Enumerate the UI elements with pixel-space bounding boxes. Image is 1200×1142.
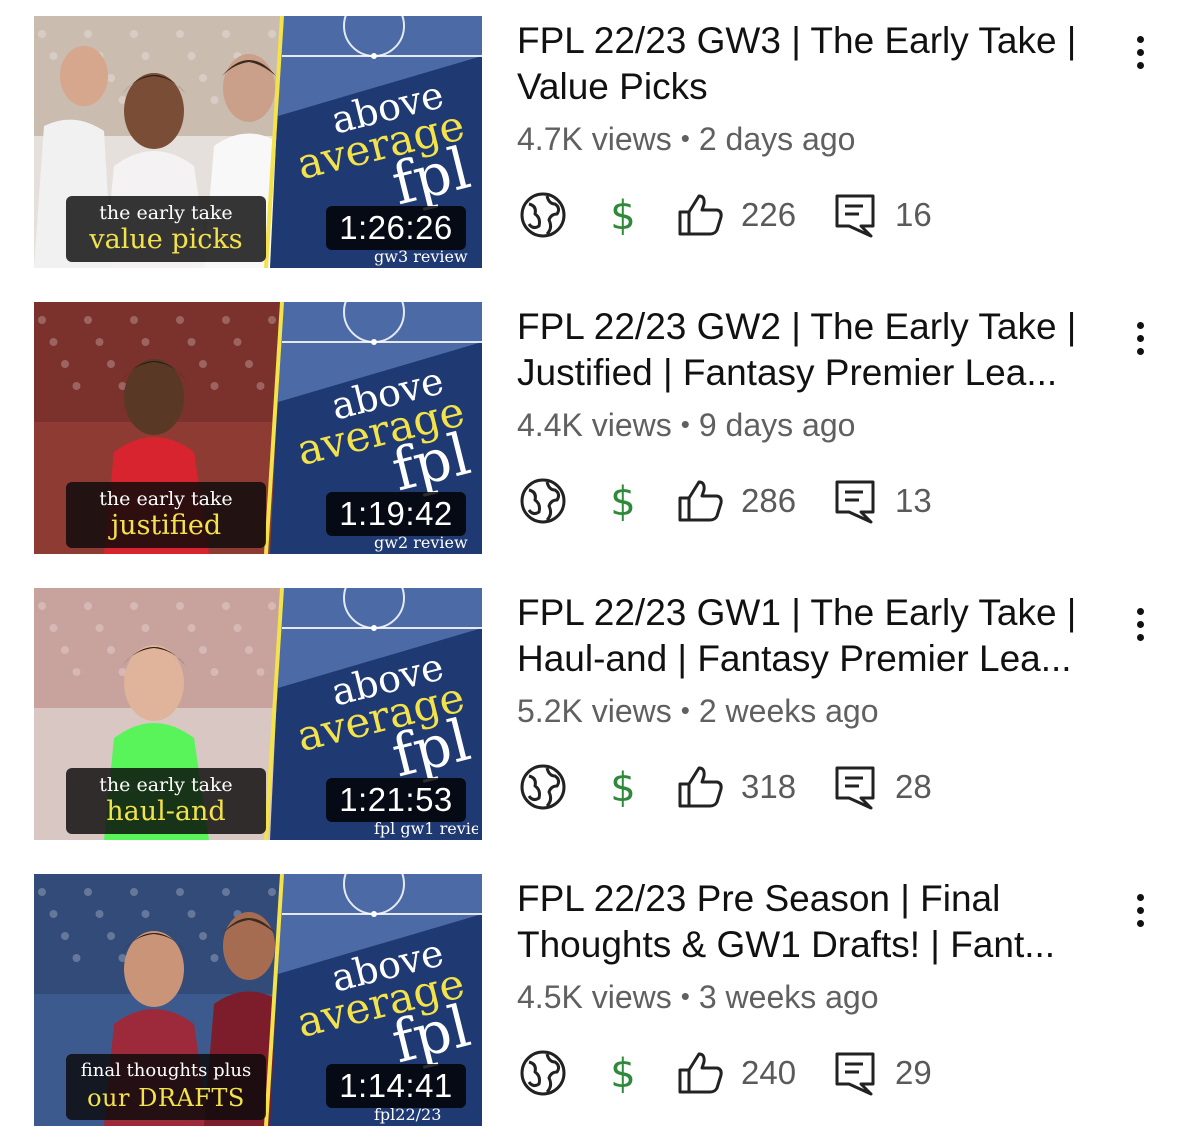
like-count: 286 — [741, 482, 797, 519]
video-item[interactable]: above average fpl final thoughts plus our DR… — [0, 874, 1200, 1126]
view-count: 5.2K views — [517, 693, 672, 729]
comment-icon[interactable] — [831, 1048, 883, 1098]
video-stats: $286 13 — [517, 476, 1077, 526]
thumbs-up-icon[interactable] — [675, 190, 727, 240]
video-item[interactable]: above average fpl the early take haul-and 1:2… — [0, 588, 1200, 840]
view-count: 4.7K views — [517, 121, 672, 157]
comment-count: 29 — [895, 1054, 932, 1091]
video-title-line: FPL 22/23 Pre Season | Final — [517, 878, 1001, 919]
duration-badge: 1:26:26 — [326, 206, 466, 250]
thumbnail-tag: gw3 review — [374, 247, 468, 266]
video-meta: 5.2K views • 2 weeks ago — [517, 690, 879, 731]
video-title-line: FPL 22/23 GW3 | The Early Take | — [517, 20, 1077, 61]
thumbs-up-icon[interactable] — [675, 476, 727, 526]
duration-badge: 1:14:41 — [326, 1064, 466, 1108]
svg-text:$: $ — [610, 765, 635, 811]
upload-age: 2 days ago — [698, 121, 856, 157]
thumbnail-tag: gw2 review — [374, 533, 468, 552]
caption-top-text: the early take — [99, 488, 233, 510]
svg-text:$: $ — [610, 193, 635, 239]
comment-count: 13 — [895, 482, 932, 519]
video-stats: $240 29 — [517, 1048, 1077, 1098]
thumbnail-caption: the early take haul-and — [66, 768, 266, 834]
meta-separator: • — [680, 123, 690, 153]
video-stats: $226 16 — [517, 190, 1077, 240]
thumbnail-caption: the early take value picks — [66, 196, 266, 262]
comment-icon[interactable] — [831, 762, 883, 812]
duration-badge: 1:19:42 — [326, 492, 466, 536]
video-title[interactable]: FPL 22/23 Pre Season | Final Thoughts & G… — [517, 876, 1117, 968]
dollar-icon[interactable]: $ — [597, 1048, 649, 1098]
caption-top-text: the early take — [99, 774, 233, 796]
duration-badge: 1:21:53 — [326, 778, 466, 822]
like-count: 226 — [741, 196, 797, 233]
globe-icon[interactable] — [517, 190, 569, 240]
meta-separator: • — [680, 695, 690, 725]
view-count: 4.4K views — [517, 407, 672, 443]
video-title[interactable]: FPL 22/23 GW3 | The Early Take | Value Pi… — [517, 18, 1117, 110]
video-meta: 4.5K views • 3 weeks ago — [517, 976, 879, 1017]
globe-icon[interactable] — [517, 1048, 569, 1098]
upload-age: 2 weeks ago — [698, 693, 879, 729]
video-title-line: Justified | Fantasy Premier Lea... — [517, 352, 1058, 393]
globe-icon[interactable] — [517, 476, 569, 526]
more-options-button[interactable] — [1124, 880, 1156, 940]
video-title[interactable]: FPL 22/23 GW1 | The Early Take | Haul-and… — [517, 590, 1117, 682]
upload-age: 9 days ago — [698, 407, 856, 443]
caption-top-text: the early take — [99, 202, 233, 224]
thumbnail-tag: fpl gw1 review — [374, 819, 478, 838]
video-title-line: Thoughts & GW1 Drafts! | Fant... — [517, 924, 1056, 965]
more-options-button[interactable] — [1124, 594, 1156, 654]
video-thumbnail[interactable]: above average fpl final thoughts plus our DR… — [34, 874, 482, 1126]
meta-separator: • — [680, 409, 690, 439]
comment-count: 28 — [895, 768, 932, 805]
video-meta: 4.4K views • 9 days ago — [517, 404, 855, 445]
caption-bottom-text: our DRAFTS — [87, 1084, 245, 1112]
thumbnail-caption: the early take justified — [66, 482, 266, 548]
thumbnail-caption: final thoughts plus our DRAFTS — [66, 1054, 266, 1120]
thumbs-up-icon[interactable] — [675, 762, 727, 812]
video-title[interactable]: FPL 22/23 GW2 | The Early Take | Justifie… — [517, 304, 1117, 396]
comment-icon[interactable] — [831, 476, 883, 526]
like-count: 240 — [741, 1054, 797, 1091]
video-item[interactable]: above average fpl the early take justified 1:… — [0, 302, 1200, 554]
thumbs-up-icon[interactable] — [675, 1048, 727, 1098]
caption-bottom-text: justified — [110, 510, 222, 541]
dollar-icon[interactable]: $ — [597, 190, 649, 240]
video-title-line: FPL 22/23 GW1 | The Early Take | — [517, 592, 1077, 633]
comment-icon[interactable] — [831, 190, 883, 240]
video-title-line: FPL 22/23 GW2 | The Early Take | — [517, 306, 1077, 347]
video-title-line: Value Picks — [517, 66, 708, 107]
dollar-icon[interactable]: $ — [597, 762, 649, 812]
thumbnail-tag: fpl22/23 — [374, 1105, 442, 1124]
comment-count: 16 — [895, 196, 932, 233]
video-title-line: Haul-and | Fantasy Premier Lea... — [517, 638, 1072, 679]
dollar-icon[interactable]: $ — [597, 476, 649, 526]
video-thumbnail[interactable]: above average fpl the early take haul-and 1:2… — [34, 588, 482, 840]
caption-bottom-text: haul-and — [106, 796, 226, 827]
video-item[interactable]: above average fpl the early take value picks… — [0, 16, 1200, 268]
caption-bottom-text: value picks — [89, 224, 243, 255]
video-thumbnail[interactable]: above average fpl the early take justified 1:… — [34, 302, 482, 554]
more-options-button[interactable] — [1124, 22, 1156, 82]
like-count: 318 — [741, 768, 797, 805]
globe-icon[interactable] — [517, 762, 569, 812]
video-thumbnail[interactable]: above average fpl the early take value picks… — [34, 16, 482, 268]
upload-age: 3 weeks ago — [698, 979, 879, 1015]
more-options-button[interactable] — [1124, 308, 1156, 368]
video-stats: $318 28 — [517, 762, 1077, 812]
svg-text:$: $ — [610, 479, 635, 525]
svg-text:$: $ — [610, 1051, 635, 1097]
caption-top-text: final thoughts plus — [80, 1060, 252, 1081]
meta-separator: • — [680, 981, 690, 1011]
view-count: 4.5K views — [517, 979, 672, 1015]
video-meta: 4.7K views • 2 days ago — [517, 118, 855, 159]
